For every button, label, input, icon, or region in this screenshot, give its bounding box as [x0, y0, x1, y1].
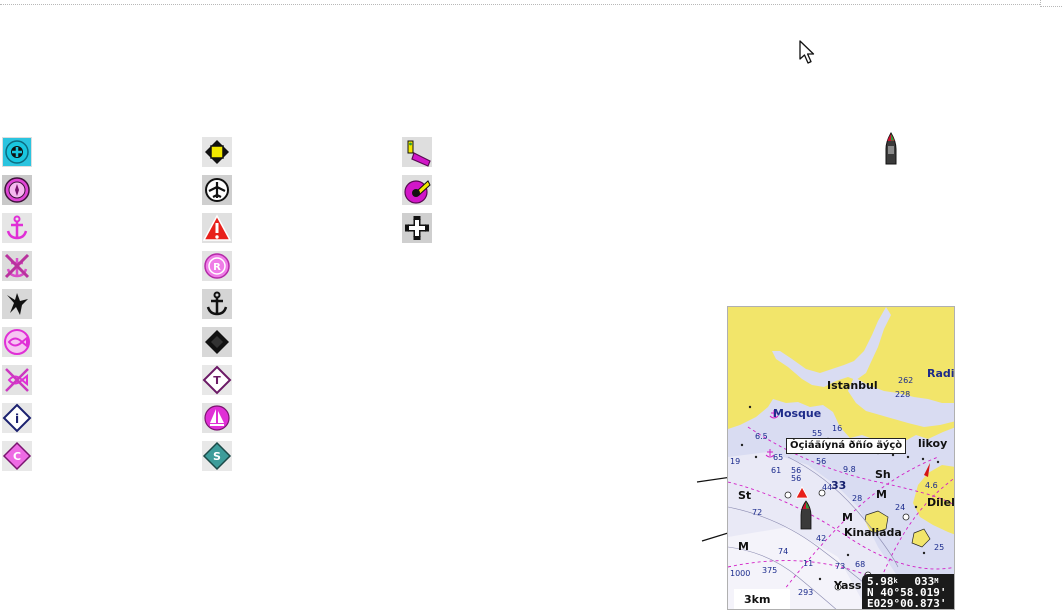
nav-data-box: 5.98k 033M N 40°58.019' E029°00.873' [862, 574, 954, 610]
svg-text:S: S [213, 450, 221, 463]
top-dotted-rule [0, 4, 1040, 5]
depth-sounding: 19 [730, 457, 741, 466]
c-diamond-icon: C [2, 441, 32, 471]
airport-icon [202, 175, 232, 205]
pointer-cursor-icon [799, 40, 815, 64]
place-label: Radi [927, 367, 955, 380]
place-label: Sh [875, 468, 891, 481]
svg-text:C: C [13, 450, 21, 463]
r-circle-icon: R [202, 251, 232, 281]
depth-sounding: 55 [812, 429, 823, 438]
place-label: Dilel [927, 496, 955, 509]
depth-sounding: 72 [752, 508, 763, 517]
no-anchor-icon [2, 251, 32, 281]
depth-sounding: 24 [895, 503, 906, 512]
place-label: M [876, 488, 887, 501]
place-label: likoy [918, 437, 948, 450]
vessel-icon [885, 132, 897, 165]
depth-sounding: 44 [822, 483, 833, 492]
compass-circle-icon [2, 175, 32, 205]
depth-sounding: 6.5 [755, 432, 768, 441]
depth-sounding: 1000 [730, 569, 751, 578]
depth-sounding: 61 [771, 466, 782, 475]
svg-text:T: T [213, 374, 221, 387]
poi-tooltip: Òçiáäíyná ðñío äýçò [786, 438, 907, 454]
svg-text:R: R [213, 262, 221, 273]
depth-sounding: 68 [855, 560, 866, 569]
place-label: Kinaliada [844, 526, 902, 539]
depth-sounding: 56 [791, 474, 802, 483]
place-label: M [842, 511, 853, 524]
t-diamond-icon: T [202, 365, 232, 395]
depth-sounding: 65 [773, 453, 784, 462]
depth-sounding: 228 [895, 390, 911, 399]
fish-icon [2, 327, 32, 357]
info-diamond-icon: i [2, 403, 32, 433]
place-label: Mosque [773, 407, 822, 420]
yellow-square-icon [202, 137, 232, 167]
depth-sounding: 262 [898, 376, 914, 385]
place-label: M [738, 540, 749, 553]
boat-ramp-icon [402, 175, 432, 205]
depth-sounding: 73 [835, 562, 846, 571]
depth-sounding: 56 [816, 457, 827, 466]
depth-sounding: 42 [816, 534, 827, 543]
depth-sounding: 375 [762, 566, 778, 575]
wreck-icon [2, 289, 32, 319]
anchor-black-icon [202, 289, 232, 319]
scale-label: 3km [744, 593, 771, 606]
danger-triangle-icon [202, 213, 232, 243]
depth-sounding: 28 [852, 494, 863, 503]
depth-sounding: 33 [831, 479, 847, 492]
depth-sounding: 16 [832, 424, 843, 433]
cross-marina-icon [2, 137, 32, 167]
anchor-pink-icon [2, 213, 32, 243]
sail-icon [202, 403, 232, 433]
place-label: Yass [834, 579, 862, 592]
depth-sounding: 25 [934, 543, 945, 552]
black-diamond-icon [202, 327, 232, 357]
longitude-value: E029°00.873' [867, 597, 947, 610]
white-cross-icon [402, 213, 432, 243]
boat-launch-icon [402, 137, 432, 167]
scale-bar: 3km [734, 589, 790, 609]
depth-sounding: 9.8 [843, 465, 856, 474]
depth-sounding: 4.6 [925, 481, 938, 490]
depth-sounding: 11 [803, 559, 814, 568]
top-dotted-rule-end [1040, 0, 1063, 7]
depth-sounding: 74 [778, 547, 789, 556]
s-diamond-icon: S [202, 441, 232, 471]
chart-map[interactable]: Istanbul Radi Mosque likoy Sh St M M Kin… [727, 306, 955, 610]
no-fish-icon [2, 365, 32, 395]
place-label: Istanbul [827, 379, 878, 392]
svg-text:i: i [15, 412, 19, 426]
place-label: St [738, 489, 752, 502]
depth-sounding: 293 [798, 588, 814, 597]
